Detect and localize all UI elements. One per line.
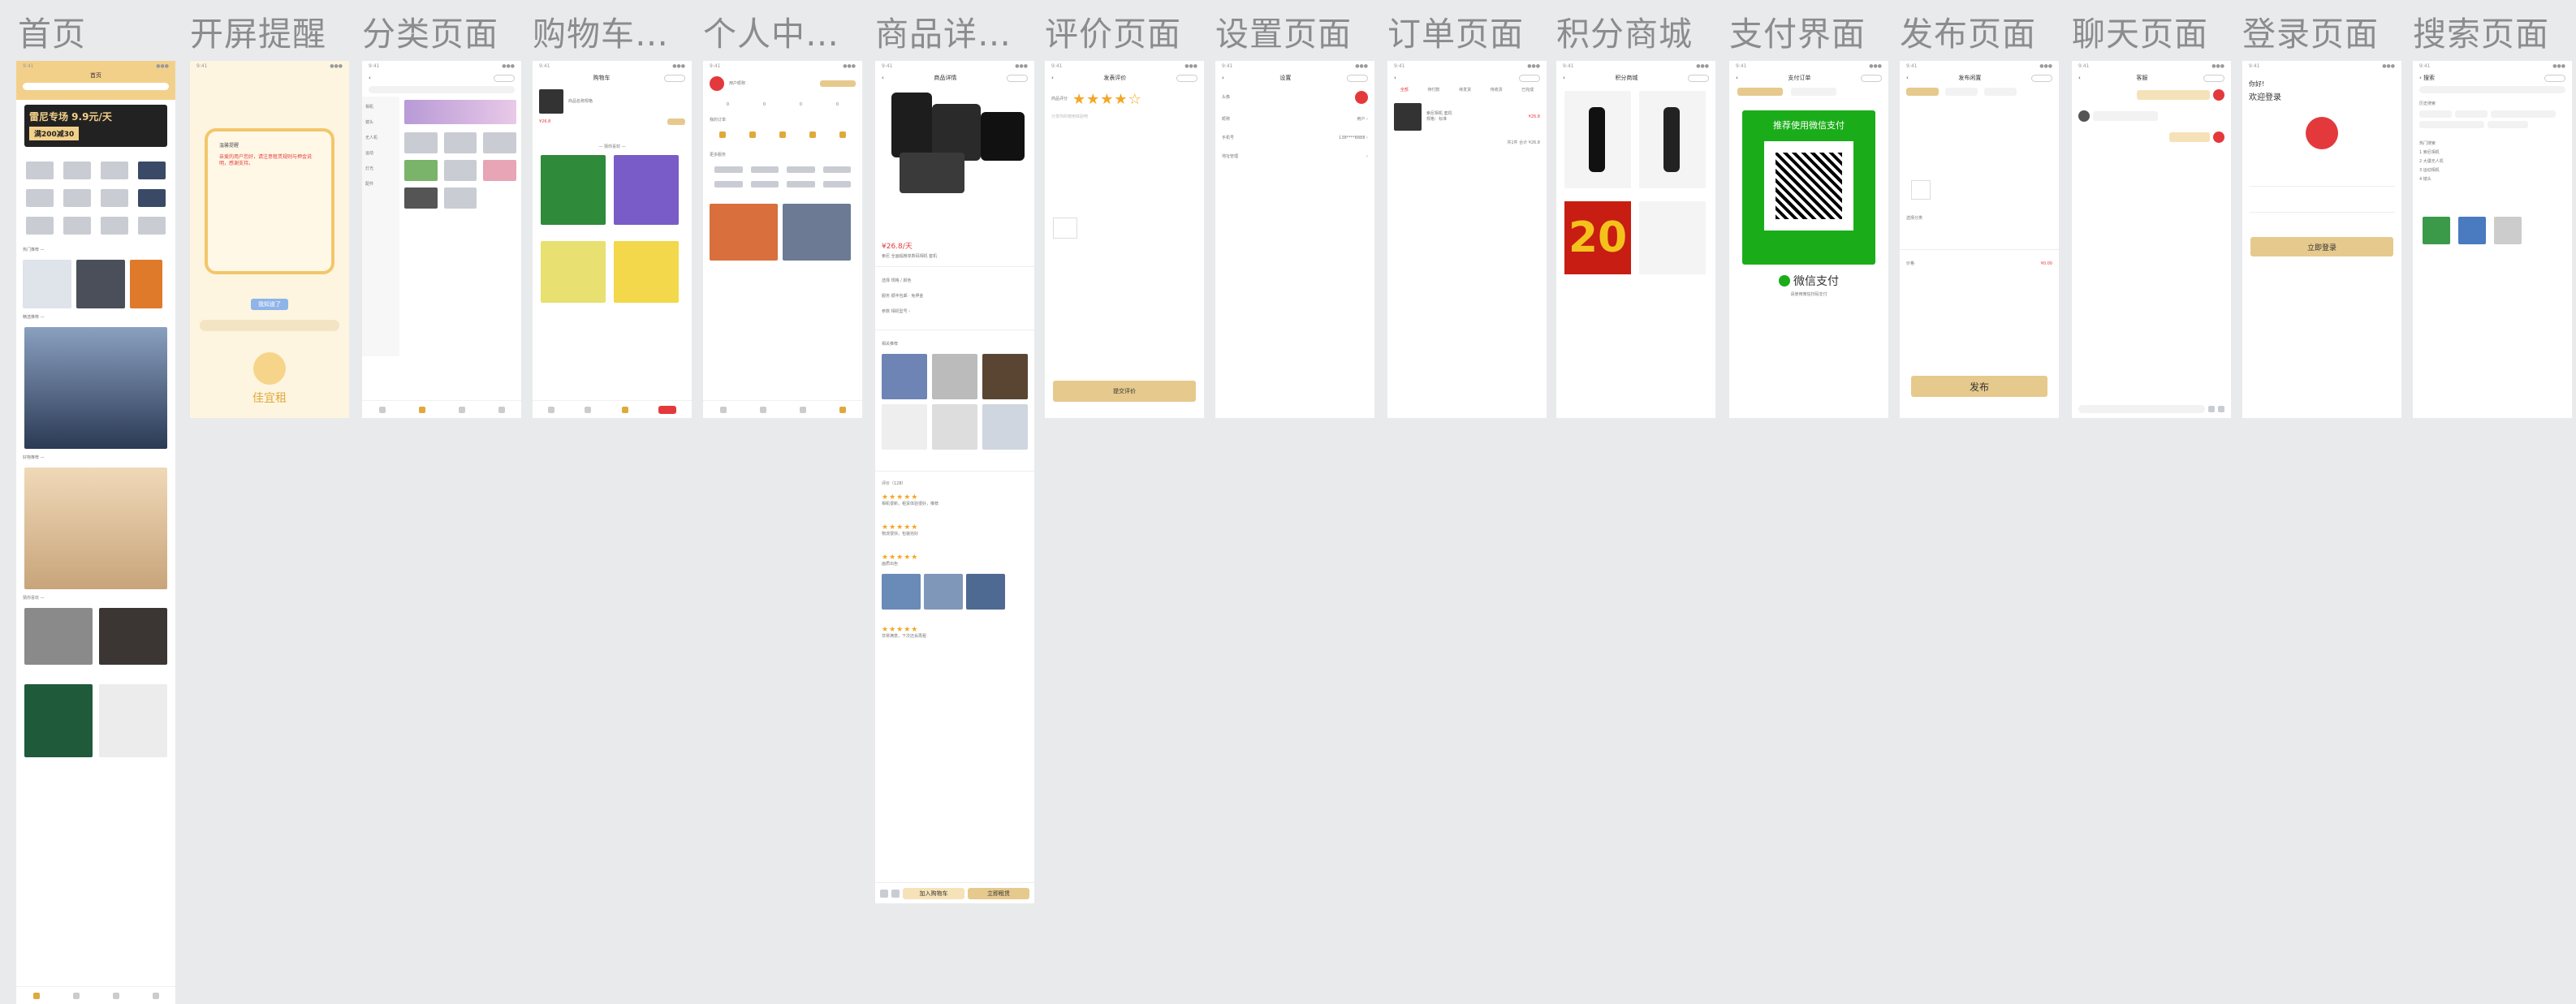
screen-profile: 9:41 ●●● 用户昵称 0000 我的订单 更多服务 [703, 61, 862, 418]
title-orders: 订单页面 [1387, 15, 1524, 54]
upload-image-button[interactable] [1911, 180, 1931, 200]
title-points: 积分商城 [1556, 15, 1693, 54]
code-input[interactable] [2249, 200, 2395, 213]
phone-input[interactable] [2249, 174, 2395, 187]
title-publish: 发布页面 [1900, 15, 2036, 54]
wechat-icon [1779, 275, 1790, 287]
title-detail: 商品详… [875, 15, 1012, 54]
screen-search: 9:41 ●●● ‹ 搜索 历史搜索 热门搜索 1 索尼相机 2 大疆无人机 3 运动… [2413, 61, 2572, 418]
title-cart: 购物车… [533, 15, 669, 54]
screen-detail: 9:41 ●●● ‹ 商品详情 ¥26.8/天 索尼 全画幅微单数码相机 套机 选择… [875, 61, 1034, 903]
splash-ok-button[interactable]: 我知道了 [251, 299, 288, 310]
screen-settings: 9:41 ●●● ‹ 设置 头像 昵称 用户 › 手机号 138****8888 › 地… [1215, 61, 1374, 418]
add-cart-button[interactable]: 加入购物车 [903, 887, 964, 899]
title-settings: 设置页面 [1215, 15, 1352, 54]
home-category-grid [16, 152, 175, 244]
splash-brand: 佳宜租 [252, 392, 287, 405]
upload-photo-button[interactable] [1053, 218, 1077, 239]
title-search: 搜索页面 [2413, 15, 2549, 54]
rent-now-button[interactable]: 立即租赁 [968, 887, 1029, 899]
screen-orders: 9:41 ●●● ‹ 全部 待付款 待发货 待收货 已完成 索尼相机 套机 规格：标准 ¥26… [1387, 61, 1547, 418]
chat-input[interactable] [2078, 405, 2205, 413]
points-item-image[interactable]: 20 [1564, 201, 1631, 274]
splash-card: 温馨提醒 亲爱的用户您好，请注意租赁规则与押金说明，感谢支持。 [205, 128, 334, 274]
screen-home: 9:41 ●●● 首页 雷尼专场 9.9元/天 满200减30 热门推荐 — 精选… [16, 61, 175, 1004]
search-input[interactable] [23, 83, 169, 90]
login-button[interactable]: 立即登录 [2250, 237, 2393, 256]
screen-review: 9:41 ●●● ‹ 发表评价 商品评分 ★★★★☆ 分享你的使用体验吧 提交评价 [1045, 61, 1204, 418]
home-photo-1[interactable] [24, 327, 167, 449]
screen-pay: 9:41 ●●● ‹ 支付订单 推荐使用微信支付 微信支付 请使用微信扫码支付 [1729, 61, 1888, 418]
design-board: 首页 开屏提醒 分类页面 购物车… 个人中… 商品详… 评价页面 设置页面 订单… [0, 0, 2576, 1004]
login-logo [2306, 117, 2338, 149]
title-review: 评价页面 [1045, 15, 1181, 54]
screen-cart: 9:41 ●●● 购物车 商品名称规格 ¥26.8 — 猜你喜欢 — [533, 61, 692, 418]
title-home: 首页 [18, 15, 86, 54]
title-login: 登录页面 [2242, 15, 2379, 54]
publish-button[interactable]: 发布 [1911, 376, 2047, 397]
submit-review-button[interactable]: 提交评价 [1053, 381, 1196, 402]
wechat-pay-panel: 推荐使用微信支付 [1742, 110, 1875, 265]
home-header: 9:41 ●●● 首页 [16, 61, 175, 100]
avatar[interactable] [710, 76, 724, 91]
detail-main-image [883, 88, 1026, 234]
title-category: 分类页面 [362, 15, 498, 54]
search-input[interactable] [2419, 86, 2565, 93]
screen-publish: 9:41 ●●● ‹ 发布闲置 选择分类 价格 ¥0.00 发布 [1900, 61, 2059, 418]
category-sidebar: 相机 镜头 无人机 运动 灯光 配件 [362, 97, 399, 356]
screen-login: 9:41 ●●● 你好! 欢迎登录 立即登录 [2242, 61, 2401, 418]
qr-code [1764, 141, 1853, 231]
title-profile: 个人中… [703, 15, 839, 54]
home-photo-2[interactable] [24, 468, 167, 589]
title-chat: 聊天页面 [2072, 15, 2208, 54]
splash-logo-icon [253, 352, 286, 385]
title-pay: 支付界面 [1729, 15, 1866, 54]
screen-splash: 9:41 ●●● 温馨提醒 亲爱的用户您好，请注意租赁规则与押金说明，感谢支持。 … [190, 61, 349, 418]
title-splash: 开屏提醒 [190, 15, 326, 54]
screen-chat: 9:41 ●●● ‹ 客服 [2072, 61, 2231, 418]
screen-points: 9:41 ●●● ‹ 积分商城 20 [1556, 61, 1715, 418]
home-banner[interactable]: 雷尼专场 9.9元/天 满200减30 [24, 105, 167, 147]
screen-category: 9:41 ●●● ‹ 相机 镜头 无人机 运动 灯光 配件 [362, 61, 521, 418]
search-input[interactable] [369, 86, 515, 93]
